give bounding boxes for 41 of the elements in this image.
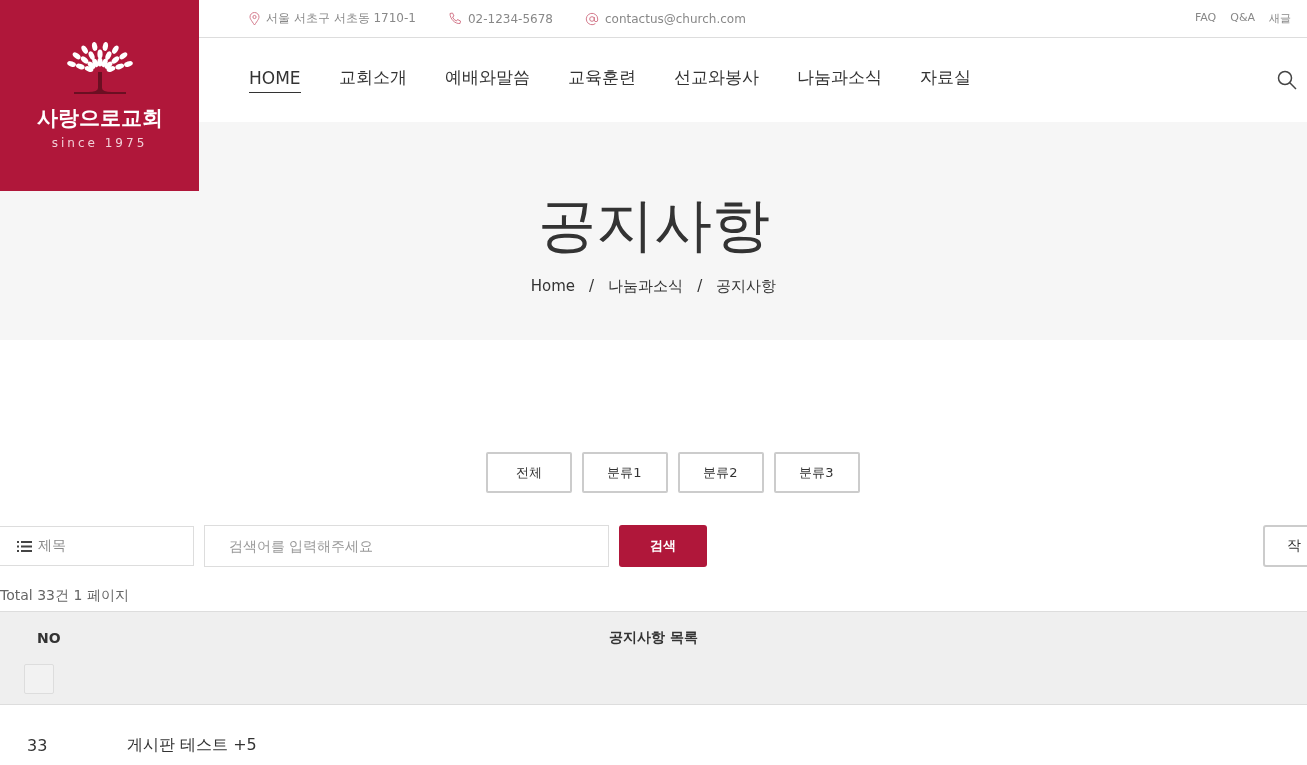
table-cell-text: 33 <box>26 735 49 755</box>
select-label: 제목 <box>38 537 66 555</box>
map-pin-icon <box>249 11 260 26</box>
column-header: 공지사항 목록 <box>609 629 698 647</box>
search-icon[interactable] <box>1277 70 1297 90</box>
page-title: 공지사항 <box>537 189 770 261</box>
breadcrumb-link[interactable]: 나눔과소식 <box>608 276 684 296</box>
category-button[interactable]: 분류1 <box>581 452 668 493</box>
top-link[interactable]: FAQ <box>1194 11 1217 26</box>
nav-item[interactable]: HOME <box>249 67 301 93</box>
contact-text: contactus@church.com <box>604 11 746 26</box>
logo-since-text: since 1975 <box>51 135 148 150</box>
search-button[interactable]: 검색 <box>619 525 707 567</box>
breadcrumb-separator: / <box>697 276 703 296</box>
column-header: NO <box>37 630 61 646</box>
write-button[interactable]: 작 <box>1263 525 1307 567</box>
nav-item[interactable]: 자료실 <box>919 66 971 94</box>
category-button[interactable]: 분류2 <box>677 452 764 493</box>
total-count: Total 33건 1 페이지 <box>0 587 130 605</box>
category-button[interactable]: 분류3 <box>773 452 860 493</box>
contact-text: 02-1234-5678 <box>467 11 553 26</box>
post-title-link[interactable]: 게시판 테스트 +5 <box>127 734 1307 756</box>
nav-item[interactable]: 나눔과소식 <box>796 66 882 94</box>
phone-icon <box>447 11 462 26</box>
nav-item[interactable]: 교육훈련 <box>567 66 636 94</box>
nav-item[interactable]: 교회소개 <box>338 66 407 94</box>
search-input[interactable]: 검색어를 입력해주세요 <box>204 525 609 567</box>
breadcrumb-link[interactable]: 공지사항 <box>716 276 777 296</box>
list-icon <box>17 540 32 552</box>
at-sign-icon <box>584 11 599 26</box>
logo-panel[interactable]: 사랑으로교회 since 1975 <box>0 0 199 191</box>
nav-item[interactable]: 선교와봉사 <box>673 66 759 94</box>
search-field-select[interactable]: 제목 <box>0 526 194 566</box>
breadcrumb-link[interactable]: Home <box>530 276 576 296</box>
logo-name: 사랑으로교회 <box>36 104 163 132</box>
contact-text: 서울 서초구 서초동 1710-1 <box>266 10 416 27</box>
nav-item[interactable]: 예배와말씀 <box>444 66 530 94</box>
top-link[interactable]: 새글 <box>1269 11 1291 26</box>
top-link[interactable]: Q&A <box>1230 11 1255 26</box>
category-button[interactable]: 전체 <box>485 452 572 493</box>
breadcrumb-separator: / <box>589 276 595 296</box>
